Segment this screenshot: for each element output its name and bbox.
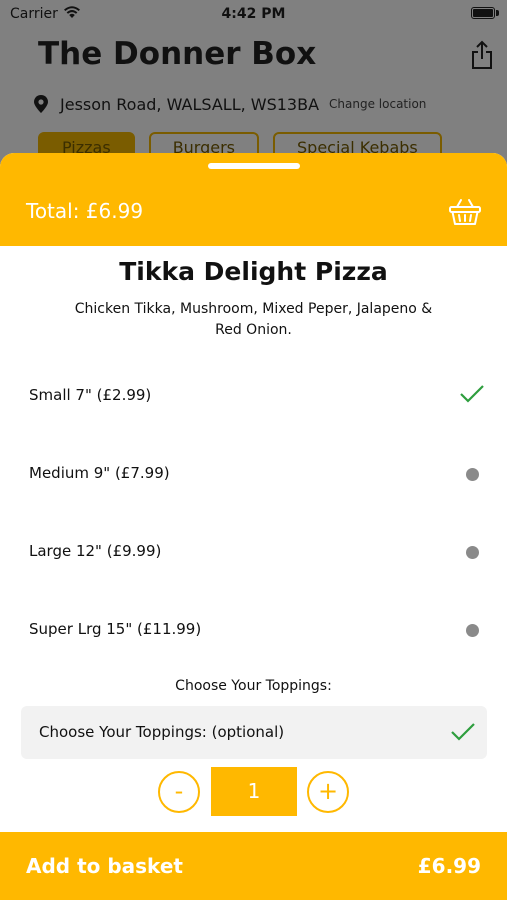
- location-row: Jesson Road, WALSALL, WS13BA Change loca…: [34, 93, 426, 115]
- add-to-basket-label: Add to basket: [26, 854, 183, 878]
- size-option-super-large[interactable]: Super Lrg 15" (£11.99): [0, 606, 507, 654]
- unselected-dot-icon: [466, 624, 479, 637]
- size-label: Large 12" (£9.99): [29, 542, 162, 560]
- quantity-increase-button[interactable]: +: [307, 771, 349, 813]
- size-label: Medium 9" (£7.99): [29, 464, 170, 482]
- unselected-dot-icon: [466, 468, 479, 481]
- item-name: Tikka Delight Pizza: [119, 257, 388, 286]
- shop-title: The Donner Box: [38, 36, 317, 72]
- quantity-value: 1: [211, 767, 297, 816]
- size-label: Super Lrg 15" (£11.99): [29, 620, 202, 638]
- add-to-basket-price: £6.99: [417, 854, 481, 878]
- toppings-option[interactable]: Choose Your Toppings: (optional): [21, 706, 487, 759]
- status-bar: Carrier 4:42 PM: [0, 0, 507, 28]
- battery-tip: [496, 10, 499, 16]
- location-pin-icon: [34, 95, 48, 113]
- item-sheet: Total: £6.99 Tikka Delight Pizza Chicken…: [0, 153, 507, 900]
- location-address: Jesson Road, WALSALL, WS13BA: [60, 94, 320, 114]
- toppings-option-label: Choose Your Toppings: (optional): [39, 723, 285, 741]
- battery-icon: [471, 7, 495, 19]
- item-description: Chicken Tikka, Mushroom, Mixed Peper, Ja…: [74, 301, 433, 338]
- size-label: Small 7" (£2.99): [29, 386, 152, 404]
- share-icon[interactable]: [470, 40, 494, 70]
- toppings-heading: Choose Your Toppings:: [175, 678, 332, 694]
- checkmark-icon: [451, 723, 475, 741]
- checkmark-icon: [460, 385, 484, 403]
- change-location-link[interactable]: Change location: [329, 97, 426, 111]
- sheet-grabber[interactable]: [208, 163, 300, 169]
- basket-icon[interactable]: [448, 197, 482, 227]
- status-time: 4:42 PM: [221, 6, 286, 22]
- total-label: Total: £6.99: [26, 199, 144, 223]
- size-option-large[interactable]: Large 12" (£9.99): [0, 528, 507, 576]
- unselected-dot-icon: [466, 546, 479, 559]
- size-option-small[interactable]: Small 7" (£2.99): [0, 372, 507, 420]
- size-option-medium[interactable]: Medium 9" (£7.99): [0, 450, 507, 498]
- quantity-decrease-button[interactable]: -: [158, 771, 200, 813]
- add-to-basket-button[interactable]: Add to basket £6.99: [0, 832, 507, 900]
- sheet-header: Total: £6.99: [0, 153, 507, 246]
